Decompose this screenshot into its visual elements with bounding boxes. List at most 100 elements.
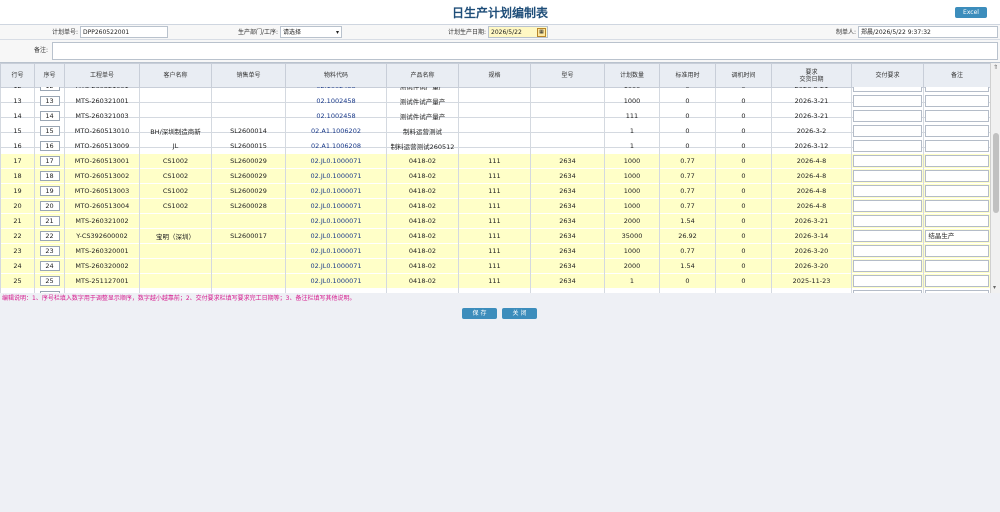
scroll-thumb[interactable] xyxy=(993,133,999,213)
table-row[interactable]: 17 17 MTO-260513001 CS1002 SL2600029 02.JL0.1… xyxy=(0,153,991,169)
cell-seq[interactable]: 20 xyxy=(34,198,65,214)
delivery-req-input[interactable] xyxy=(853,170,922,182)
cell-seq[interactable]: 25 xyxy=(34,273,65,289)
table-row[interactable]: 21 21 MTS-260321002 02.JL0.1000071 0418-02 11… xyxy=(0,213,991,229)
delivery-req-input[interactable] xyxy=(853,95,922,107)
table-row[interactable]: 22 22 Y-CS392600002 宝明（深圳） SL2600017 02.JL0.1… xyxy=(0,228,991,244)
seq-input[interactable]: 18 xyxy=(39,171,60,181)
table-row[interactable]: 18 18 MTO-260513002 CS1002 SL2600029 02.JL0.1… xyxy=(0,168,991,184)
delivery-req-input[interactable] xyxy=(853,155,922,167)
cell-req[interactable] xyxy=(851,213,924,229)
note-input[interactable] xyxy=(925,275,989,287)
cell-req[interactable] xyxy=(851,198,924,214)
table-row[interactable]: 16 16 MTO-260513009 JL SL2600015 02.A1.100620… xyxy=(0,138,991,154)
date-field[interactable]: 2026/5/22 ▦ xyxy=(488,26,548,38)
cell-seq[interactable]: 18 xyxy=(34,168,65,184)
cell-note[interactable] xyxy=(923,93,991,109)
delivery-req-input[interactable] xyxy=(853,185,922,197)
table-row[interactable]: 13 13 MTS-260321001 02.1002458 测试件试产量产 1000 0 0… xyxy=(0,93,991,109)
note-input[interactable] xyxy=(925,95,989,107)
delivery-req-input[interactable] xyxy=(853,110,922,122)
delivery-req-input[interactable] xyxy=(853,230,922,242)
table-row[interactable]: 24 24 MTS-260320002 02.JL0.1000071 0418-02 11… xyxy=(0,258,991,274)
seq-input[interactable]: 25 xyxy=(39,276,60,286)
seq-input[interactable]: 17 xyxy=(39,156,60,166)
cell-req[interactable] xyxy=(851,168,924,184)
note-input[interactable] xyxy=(925,185,989,197)
cell-note[interactable] xyxy=(923,123,991,139)
cell-note[interactable] xyxy=(923,258,991,274)
cell-note[interactable] xyxy=(923,273,991,289)
cell-note[interactable] xyxy=(923,288,991,293)
seq-input[interactable]: 21 xyxy=(39,216,60,226)
table-row[interactable]: 15 15 MTO-260513010 BH/深圳制造商新 SL2600014 02.A1… xyxy=(0,123,991,139)
remark-field[interactable] xyxy=(52,42,998,60)
close-button[interactable]: 关 闭 xyxy=(502,308,537,319)
table-row[interactable]: 23 23 MTS-260320001 02.JL0.1000071 0418-02 11… xyxy=(0,243,991,259)
note-input[interactable] xyxy=(925,290,989,293)
delivery-req-input[interactable] xyxy=(853,290,922,293)
cell-seq[interactable]: 15 xyxy=(34,123,65,139)
cell-seq[interactable]: 17 xyxy=(34,153,65,169)
note-input[interactable]: 结晶生产 xyxy=(925,230,989,242)
cell-note[interactable] xyxy=(923,108,991,124)
save-button[interactable]: 保 存 xyxy=(462,308,497,319)
note-input[interactable] xyxy=(925,110,989,122)
seq-input[interactable]: 23 xyxy=(39,246,60,256)
note-input[interactable] xyxy=(925,260,989,272)
cell-seq[interactable]: 16 xyxy=(34,138,65,154)
seq-input[interactable]: 20 xyxy=(39,201,60,211)
cell-req[interactable] xyxy=(851,153,924,169)
cell-seq[interactable]: 22 xyxy=(34,228,65,244)
seq-input[interactable]: 16 xyxy=(39,141,60,151)
cell-note[interactable] xyxy=(923,198,991,214)
delivery-req-input[interactable] xyxy=(853,200,922,212)
delivery-req-input[interactable] xyxy=(853,140,922,152)
seq-input[interactable]: 24 xyxy=(39,261,60,271)
cell-note[interactable] xyxy=(923,183,991,199)
cell-note[interactable] xyxy=(923,213,991,229)
cell-seq[interactable]: 19 xyxy=(34,183,65,199)
delivery-req-input[interactable] xyxy=(853,215,922,227)
plan-no-field[interactable]: DPP260522001 xyxy=(80,26,168,38)
scroll-up-icon[interactable]: ⇑ xyxy=(993,64,998,71)
excel-export-button[interactable]: Excel xyxy=(955,7,987,18)
cell-req[interactable] xyxy=(851,288,924,293)
delivery-req-input[interactable] xyxy=(853,260,922,272)
cell-req[interactable] xyxy=(851,243,924,259)
delivery-req-input[interactable] xyxy=(853,245,922,257)
calendar-icon[interactable]: ▦ xyxy=(537,28,546,37)
cell-note[interactable]: 结晶生产 xyxy=(923,228,991,244)
cell-req[interactable] xyxy=(851,123,924,139)
table-row[interactable]: 19 19 MTO-260513003 CS1002 SL2600029 02.JL0.1… xyxy=(0,183,991,199)
cell-req[interactable] xyxy=(851,108,924,124)
delivery-req-input[interactable] xyxy=(853,125,922,137)
cell-req[interactable] xyxy=(851,258,924,274)
seq-input[interactable]: 13 xyxy=(39,96,60,106)
cell-req[interactable] xyxy=(851,138,924,154)
note-input[interactable] xyxy=(925,170,989,182)
note-input[interactable] xyxy=(925,140,989,152)
table-row[interactable]: 20 20 MTO-260513004 CS1002 SL2600028 02.JL0.1… xyxy=(0,198,991,214)
cell-note[interactable] xyxy=(923,153,991,169)
cell-note[interactable] xyxy=(923,138,991,154)
seq-input[interactable]: 15 xyxy=(39,126,60,136)
note-input[interactable] xyxy=(925,125,989,137)
table-row[interactable]: 14 14 MTS-260321003 02.1002458 测试件试产量产 111 0 0 2… xyxy=(0,108,991,124)
note-input[interactable] xyxy=(925,155,989,167)
cell-note[interactable] xyxy=(923,168,991,184)
seq-input[interactable]: 22 xyxy=(39,231,60,241)
dept-select[interactable]: 请选择 ▾ xyxy=(280,26,342,38)
cell-req[interactable] xyxy=(851,183,924,199)
cell-req[interactable] xyxy=(851,93,924,109)
delivery-req-input[interactable] xyxy=(853,275,922,287)
note-input[interactable] xyxy=(925,215,989,227)
grid-scrollbar[interactable]: ⇑ ▾ xyxy=(990,63,1000,293)
cell-req[interactable] xyxy=(851,273,924,289)
note-input[interactable] xyxy=(925,200,989,212)
cell-seq[interactable]: 14 xyxy=(34,108,65,124)
cell-seq[interactable]: 24 xyxy=(34,258,65,274)
note-input[interactable] xyxy=(925,245,989,257)
cell-req[interactable] xyxy=(851,228,924,244)
seq-input[interactable]: 19 xyxy=(39,186,60,196)
